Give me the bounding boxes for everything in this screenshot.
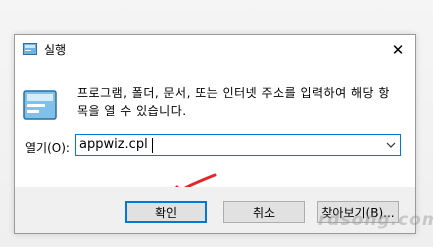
title-bar: 실행 ✕ [15, 35, 415, 64]
dialog-description: 프로그램, 폴더, 문서, 또는 인터넷 주소를 입력하여 해당 항 목을 열 … [77, 84, 407, 120]
chevron-down-icon[interactable] [386, 139, 396, 151]
close-icon: ✕ [391, 40, 405, 59]
open-label: 열기(O): [25, 141, 70, 155]
open-combobox[interactable]: appwiz.cpl [75, 134, 401, 156]
text-caret [152, 138, 153, 153]
run-icon [23, 90, 57, 120]
watermark: rdsong.com [318, 210, 433, 230]
description-line-1: 프로그램, 폴더, 문서, 또는 인터넷 주소를 입력하여 해당 항 [77, 86, 390, 100]
run-app-icon [23, 43, 37, 55]
desktop-background: 실행 ✕ 프로그램, 폴더, 문서, 또는 인터넷 주소를 입력하여 해당 항 … [0, 0, 433, 247]
window-title: 실행 [44, 43, 67, 57]
cancel-button[interactable]: 취소 [223, 201, 305, 223]
run-dialog: 실행 ✕ 프로그램, 폴더, 문서, 또는 인터넷 주소를 입력하여 해당 항 … [14, 34, 416, 234]
description-line-2: 목을 열 수 있습니다. [77, 104, 187, 118]
dialog-content: 프로그램, 폴더, 문서, 또는 인터넷 주소를 입력하여 해당 항 목을 열 … [15, 64, 415, 207]
ok-button[interactable]: 확인 [125, 201, 207, 223]
close-button[interactable]: ✕ [381, 35, 415, 64]
open-input[interactable]: appwiz.cpl [79, 136, 148, 154]
